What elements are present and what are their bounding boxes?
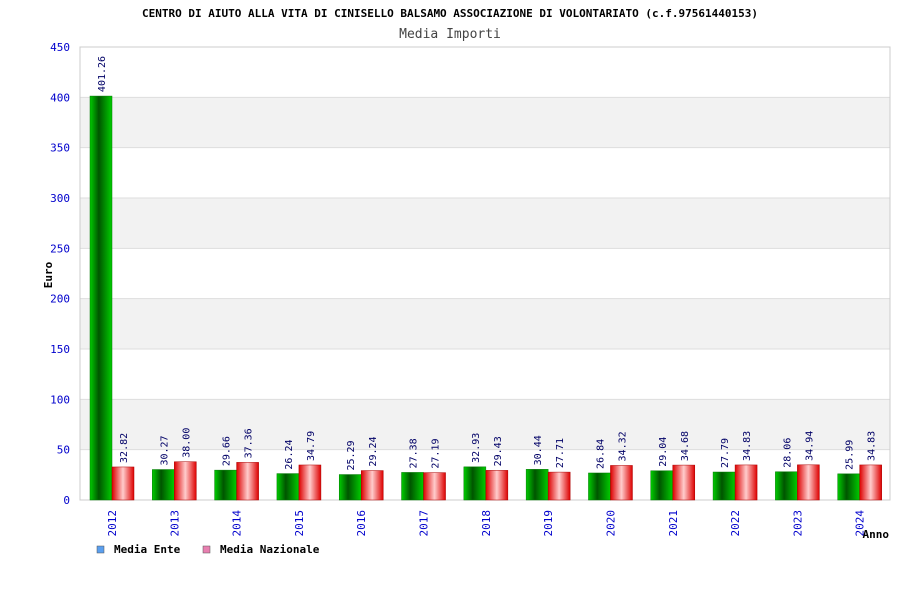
bar-media-ente	[525, 469, 549, 501]
bar-media-nazionale	[298, 464, 322, 501]
y-tick-label: 450	[50, 41, 70, 54]
bar-media-nazionale	[610, 465, 633, 501]
data-label: 34.94	[804, 431, 815, 461]
chart-subtitle: Media Importi	[399, 27, 501, 42]
data-label: 26.24	[284, 439, 295, 469]
bar-media-nazionale	[485, 470, 509, 501]
x-tick-label: 2023	[791, 510, 804, 537]
data-label: 28.06	[782, 438, 793, 468]
x-tick-label: 2015	[293, 510, 306, 537]
bar-media-nazionale	[423, 472, 446, 501]
legend-label-ente: Media Ente	[114, 543, 181, 556]
data-label: 29.04	[658, 437, 669, 467]
data-label: 27.38	[409, 438, 420, 468]
legend-swatch-nazionale	[202, 545, 211, 554]
legend-label-nazionale: Media Nazionale	[220, 543, 320, 556]
grid-band	[80, 97, 890, 148]
data-label: 34.83	[742, 431, 753, 461]
data-label: 26.84	[595, 439, 606, 469]
data-label: 25.29	[346, 440, 357, 470]
legend-swatch-ente	[96, 545, 105, 554]
data-label: 30.27	[159, 435, 170, 465]
grid-band	[80, 47, 890, 98]
grid-band	[80, 298, 890, 349]
bar-media-nazionale	[734, 464, 758, 501]
y-tick-label: 350	[50, 142, 70, 155]
bar-chart: 401.26 32.82 30.27 38.00 29.66 37.36 26.24 34.7…	[42, 7, 891, 556]
bar-media-nazionale	[672, 464, 696, 501]
bar-media-ente	[775, 471, 798, 501]
chart-title: CENTRO DI AIUTO ALLA VITA DI CINISELLO B…	[142, 7, 758, 20]
grid-band	[80, 399, 890, 450]
data-label: 29.24	[368, 436, 379, 466]
data-label: 34.83	[867, 431, 878, 461]
bar-media-ente	[152, 469, 175, 501]
y-tick-label: 400	[50, 91, 70, 104]
bar-media-nazionale	[547, 471, 571, 501]
y-tick-label: 200	[50, 293, 70, 306]
bar-media-nazionale	[174, 461, 197, 501]
x-tick-label: 2013	[168, 510, 181, 537]
grid-band	[80, 248, 890, 299]
bar-media-nazionale	[111, 466, 135, 501]
y-tick-label: 0	[63, 494, 70, 507]
x-tick-label: 2018	[480, 510, 493, 536]
data-label: 29.43	[493, 436, 504, 466]
bar-media-ente	[837, 473, 860, 501]
y-tick-label: 250	[50, 242, 70, 255]
bar-media-ente	[276, 473, 300, 501]
data-label: 27.19	[431, 439, 442, 469]
y-tick-label: 150	[50, 343, 70, 356]
bar-media-ente	[588, 472, 611, 501]
bar-media-nazionale	[797, 464, 820, 501]
bar-media-nazionale	[360, 470, 384, 501]
data-label: 30.44	[533, 435, 544, 465]
data-label: 32.82	[119, 433, 130, 463]
x-tick-label: 2020	[604, 510, 617, 537]
bar-media-nazionale	[859, 464, 882, 501]
bar-media-ente	[401, 472, 424, 501]
data-label: 401.26	[97, 56, 108, 92]
x-tick-label: 2014	[231, 510, 244, 537]
grid-band	[80, 147, 890, 198]
y-tick-label: 50	[57, 444, 70, 457]
data-label: 34.79	[306, 431, 317, 461]
grid-band	[80, 198, 890, 249]
bar-media-ente	[650, 470, 674, 501]
bar-media-ente	[338, 474, 362, 501]
y-tick-label: 100	[50, 393, 70, 406]
y-axis-label: Euro	[42, 261, 55, 288]
data-label: 34.68	[680, 431, 691, 461]
bar-media-nazionale	[236, 462, 259, 501]
data-label: 38.00	[181, 428, 192, 458]
grid-band	[80, 349, 890, 400]
data-label: 25.99	[845, 440, 856, 470]
bar-media-ente	[214, 469, 237, 501]
x-tick-label: 2012	[106, 510, 119, 537]
x-tick-label: 2022	[729, 510, 742, 537]
bar-media-ente	[463, 466, 487, 501]
bar-media-ente	[712, 471, 736, 501]
x-tick-label: 2021	[667, 510, 680, 537]
data-label: 29.66	[222, 436, 233, 466]
legend: Media Ente Media Nazionale	[96, 543, 320, 556]
y-tick-label: 300	[50, 192, 70, 205]
bar-media-ente	[89, 95, 113, 501]
x-tick-label: 2019	[542, 510, 555, 537]
x-axis-label: Anno	[863, 528, 890, 541]
data-label: 27.79	[720, 438, 731, 468]
x-tick-label: 2016	[355, 510, 368, 537]
data-label: 32.93	[471, 433, 482, 463]
data-label: 37.36	[244, 428, 255, 458]
data-label: 34.32	[617, 431, 628, 461]
x-tick-label: 2017	[418, 510, 431, 537]
data-label: 27.71	[555, 438, 566, 468]
